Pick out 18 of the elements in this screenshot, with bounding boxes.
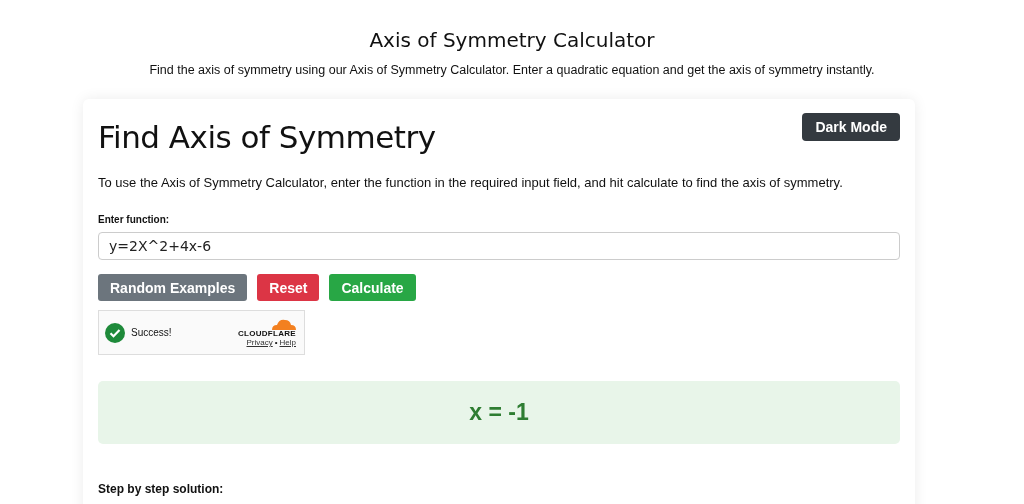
captcha-status: Success! xyxy=(131,327,173,338)
steps-heading: Step by step solution: xyxy=(98,482,224,496)
description-text: To use the Axis of Symmetry Calculator, enter the function in the required input field, and hit calculate to find the axis of symmetry. xyxy=(98,175,844,190)
help-link[interactable]: Help xyxy=(279,339,296,347)
function-input-field[interactable]: y=2X^2+4x-6 xyxy=(98,232,900,260)
card-title: Find Axis of Symmetry xyxy=(98,119,436,155)
page-subtitle: Find the axis of symmetry using our Axis of Symmetry Calculator. Enter a quadratic equation and get the axis of symmetry instantly. xyxy=(149,63,875,77)
field-label: Enter function: xyxy=(98,214,170,225)
action-button[interactable]: Random Examples xyxy=(98,274,248,301)
page-title: Axis of Symmetry Calculator xyxy=(369,28,655,52)
action-button[interactable]: Reset xyxy=(257,274,320,301)
result-value: x = -1 xyxy=(469,399,529,426)
dark-mode-button[interactable]: Dark Mode xyxy=(802,113,900,141)
brand-text: CLOUDFLARE xyxy=(237,330,296,338)
cloud-icon xyxy=(270,318,296,330)
link-separator: • xyxy=(274,339,278,347)
privacy-link[interactable]: Privacy xyxy=(246,339,273,347)
check-icon xyxy=(105,322,125,343)
